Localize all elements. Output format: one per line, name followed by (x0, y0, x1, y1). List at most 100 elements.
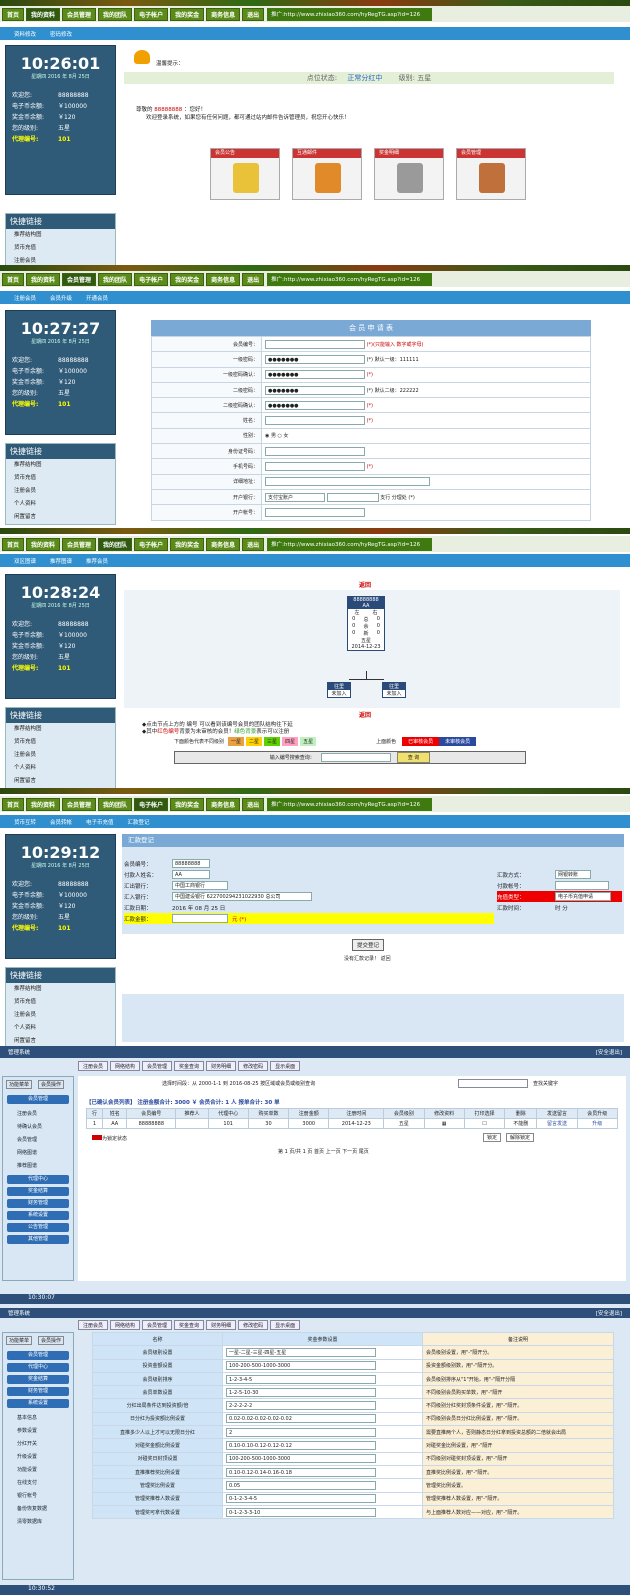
nav-logout[interactable]: 退出 (242, 797, 265, 811)
logout-link[interactable]: [安全退出] (596, 1048, 622, 1056)
mail-button[interactable]: 互通邮件 (292, 148, 362, 200)
nav-team[interactable]: 我的团队 (98, 272, 133, 286)
param-input[interactable]: 0.02-0.02-0.02-0.02-0.02 (226, 1414, 376, 1424)
sub-link[interactable]: 资料修改 (14, 30, 36, 38)
edit-icon[interactable]: ▦ (423, 1118, 465, 1129)
tree-node-right[interactable]: 往里 未加入 (382, 682, 406, 698)
date-fields[interactable]: 2016 年 08 月 25 日 (172, 904, 225, 912)
sub-link[interactable]: 会员升级 (50, 294, 72, 302)
tool-button[interactable]: 显示桌面 (270, 1061, 301, 1071)
unlock-button[interactable]: 解除锁定 (506, 1133, 535, 1142)
sub-link[interactable]: 开通会员 (86, 294, 108, 302)
tool-button[interactable]: 修改密码 (238, 1061, 269, 1071)
quick-link[interactable]: 注册会员 (6, 255, 115, 265)
param-input[interactable]: 1-2-3-4-5 (226, 1374, 376, 1384)
quick-link[interactable]: 注册会员 (6, 485, 115, 498)
quick-link[interactable]: 闲置留言 (6, 1035, 115, 1046)
quick-link[interactable]: 个人资料 (6, 1022, 115, 1035)
tool-button[interactable]: 会员管理 (142, 1061, 173, 1071)
logout-link[interactable]: [安全退出] (596, 1309, 622, 1317)
node-register-link[interactable]: 往里 (328, 683, 350, 690)
quick-link[interactable]: 货币充值 (6, 472, 115, 485)
nav-bonus[interactable]: 我的奖金 (170, 7, 205, 21)
amount-input[interactable] (172, 914, 228, 923)
promo-url[interactable]: 推广:http://www.zhixiao360.com/hyRegTG.asp… (267, 537, 433, 551)
nav-logout[interactable]: 退出 (242, 537, 265, 551)
upgrade-link[interactable]: 升级 (576, 1118, 619, 1129)
nav-profile[interactable]: 我的资料 (26, 272, 61, 286)
nav-account[interactable]: 电子帐户 (134, 797, 169, 811)
quick-link[interactable]: 闲置留言 (6, 511, 115, 524)
nav-team[interactable]: 我的团队 (98, 537, 133, 551)
tree-node-left[interactable]: 往里 未加入 (327, 682, 351, 698)
lock-button[interactable]: 锁定 (483, 1133, 502, 1142)
menu-item[interactable]: 在线支付 (3, 1476, 73, 1489)
node-register-link[interactable]: 往里 (383, 683, 405, 690)
bonus-button[interactable]: 奖金明细 (374, 148, 444, 200)
quick-link[interactable]: 注册会员 (6, 1009, 115, 1022)
message-link[interactable]: 留言发送 (536, 1118, 578, 1129)
cell[interactable]: AA (102, 1118, 128, 1129)
nav-bonus[interactable]: 我的奖金 (170, 797, 205, 811)
menu-item[interactable]: 基本信息 (3, 1411, 73, 1424)
payer-field[interactable]: AA (172, 870, 210, 879)
nav-business[interactable]: 商务信息 (206, 272, 241, 286)
table-row[interactable]: 1 AA 88888888 101 30 3000 2014-12-23 五星 ▦ ☐ 不能删 留言发… (85, 1118, 619, 1129)
menu-group[interactable]: 代理中心 (7, 1363, 69, 1372)
tree-node-root[interactable]: 88888888 AA 左右 0总0 0余0 0新0 五星 2014-12-23 (347, 596, 385, 651)
menu-tab[interactable]: 会员操作 (38, 1336, 65, 1345)
nav-home[interactable]: 首页 (2, 537, 25, 551)
param-input[interactable]: 100-200-500-1000-3000 (226, 1361, 376, 1371)
pay-account-input[interactable] (555, 881, 609, 890)
print-checkbox[interactable]: ☐ (463, 1118, 506, 1129)
tool-button[interactable]: 奖金查询 (174, 1320, 205, 1330)
nav-bonus[interactable]: 我的奖金 (170, 537, 205, 551)
sub-link[interactable]: 会员转帐 (50, 818, 72, 826)
sub-link[interactable]: 注册会员 (14, 294, 36, 302)
password1-confirm-input[interactable]: ●●●●●●● (265, 370, 365, 380)
name-input[interactable] (265, 416, 365, 426)
in-bank-select[interactable]: 中国建设银行 622700294231022930 总公司 (172, 892, 312, 901)
nav-account[interactable]: 电子帐户 (134, 537, 169, 551)
sub-link[interactable]: 推荐会员 (86, 557, 108, 565)
back-link[interactable]: 返回 (359, 580, 371, 589)
out-bank-select[interactable]: 中国工商银行 (172, 881, 228, 890)
pager[interactable]: 第 1 页/共 1 页 首页 上一页 下一页 尾页 (278, 1148, 369, 1155)
tool-button[interactable]: 网络结构 (110, 1320, 141, 1330)
tool-button[interactable]: 奖金查询 (174, 1061, 205, 1071)
menu-tab[interactable]: 会员操作 (38, 1080, 65, 1089)
bank-select[interactable]: 支付宝账户 (265, 492, 325, 502)
branch-input[interactable] (326, 492, 379, 502)
menu-group[interactable]: 公告管理 (7, 1223, 69, 1232)
submit-button[interactable]: 提交登记 (352, 939, 385, 951)
nav-members[interactable]: 会员管理 (62, 537, 97, 551)
type-select[interactable]: 电子币充值申请 (555, 892, 611, 901)
nav-logout[interactable]: 退出 (242, 272, 265, 286)
menu-group[interactable]: 其他管理 (7, 1235, 69, 1244)
id-card-input[interactable] (265, 446, 365, 456)
nav-business[interactable]: 商务信息 (206, 7, 241, 21)
nav-logout[interactable]: 退出 (242, 7, 265, 21)
menu-item[interactable]: 备份恢复数据 (3, 1502, 73, 1515)
nav-bonus[interactable]: 我的奖金 (170, 272, 205, 286)
quick-link[interactable]: 注册会员 (6, 749, 115, 762)
param-input[interactable]: 0.10-0.12-0.14-0.16-0.18 (226, 1467, 376, 1477)
quick-link[interactable]: 货币充值 (6, 736, 115, 749)
nav-members[interactable]: 会员管理 (62, 272, 97, 286)
method-select[interactable]: 网银转账 (555, 870, 591, 879)
menu-item[interactable]: 网络图谱 (3, 1146, 73, 1159)
menu-item[interactable]: 升级设置 (3, 1450, 73, 1463)
sub-link[interactable]: 推荐图谱 (50, 557, 72, 565)
member-id-input[interactable] (265, 339, 365, 349)
promo-url[interactable]: 推广:http://www.zhixiao360.com/hyRegTG.asp… (267, 797, 433, 811)
menu-group[interactable]: 系统设置 (7, 1399, 69, 1408)
quick-link[interactable]: 货币充值 (6, 996, 115, 1009)
nav-members[interactable]: 会员管理 (62, 797, 97, 811)
menu-group[interactable]: 奖金结算 (7, 1375, 69, 1384)
param-input[interactable]: 1-2-5-10-30 (226, 1387, 376, 1397)
promo-url[interactable]: 推广:http://www.zhixiao360.com/hyRegTG.asp… (267, 272, 433, 286)
tool-button[interactable]: 修改密码 (238, 1320, 269, 1330)
nav-home[interactable]: 首页 (2, 797, 25, 811)
menu-item[interactable]: 会员管理 (3, 1133, 73, 1146)
menu-group[interactable]: 代理中心 (7, 1175, 69, 1184)
